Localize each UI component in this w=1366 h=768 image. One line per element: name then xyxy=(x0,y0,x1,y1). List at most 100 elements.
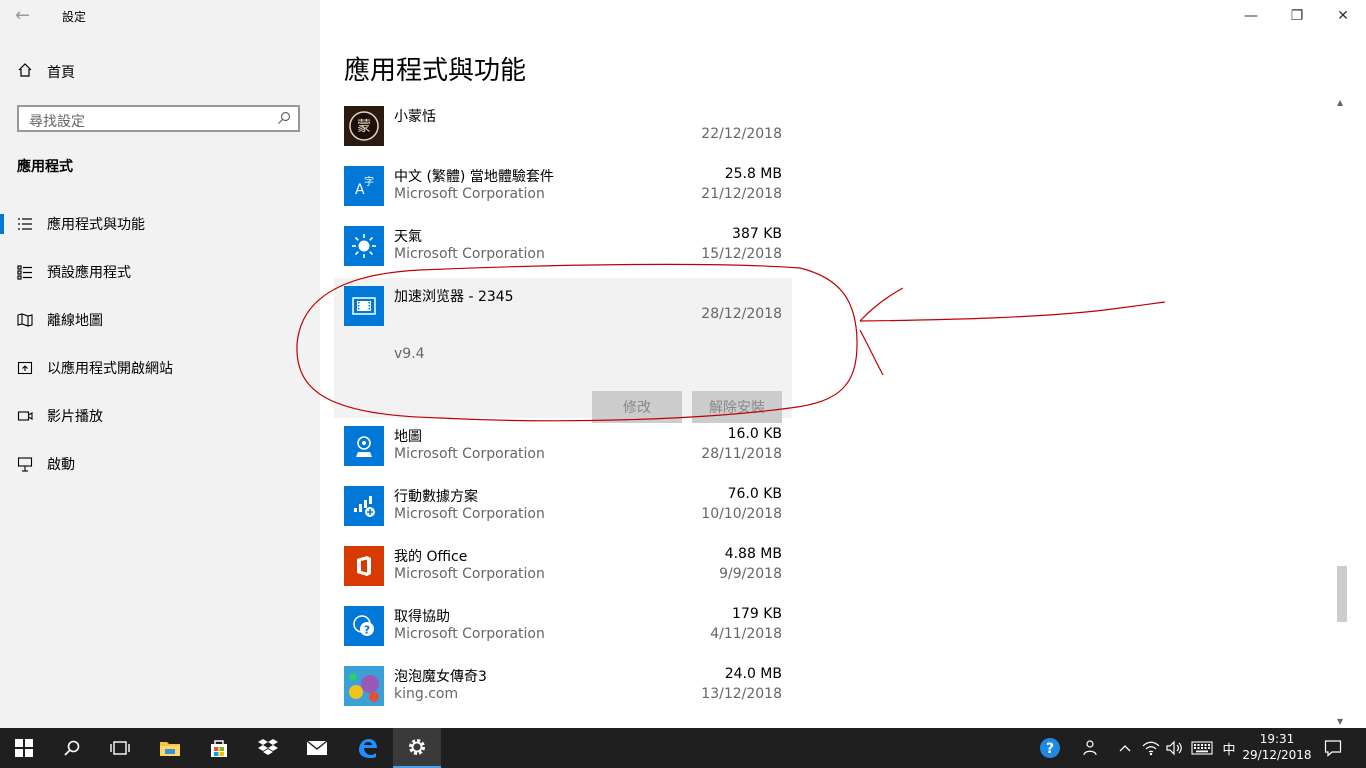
restore-button[interactable]: ❐ xyxy=(1274,0,1320,32)
app-publisher: Microsoft Corporation xyxy=(394,506,545,522)
xiaomengtian-icon: 蒙 xyxy=(344,106,384,146)
keyboard-icon xyxy=(1191,741,1213,755)
clock-date: 29/12/2018 xyxy=(1242,748,1312,762)
task-view-icon xyxy=(110,741,130,755)
volume-icon xyxy=(1166,740,1182,756)
app-publisher: Microsoft Corporation xyxy=(394,626,545,642)
window-title: 設定 xyxy=(62,10,87,24)
sidebar-item-startup[interactable]: 啟動 xyxy=(0,440,320,488)
app-row-mobile-plans[interactable]: 行動數據方案 Microsoft Corporation 76.0 KB 10/… xyxy=(334,478,792,538)
minimize-button[interactable]: — xyxy=(1228,0,1274,32)
app-row-maps[interactable]: 地圖 Microsoft Corporation 16.0 KB 28/11/2… xyxy=(334,418,792,478)
taskbar-app-mail[interactable] xyxy=(293,728,341,768)
startup-icon xyxy=(16,455,34,473)
sidebar-nav: 應用程式與功能 預設應用程式 離線地圖 以應用程式開啟網站 影片播放 啟動 xyxy=(0,200,320,488)
sidebar: ← 設定 首頁 尋找設定 應用程式 應用程式與功能 預設應用程式 離線地圖 以應… xyxy=(0,0,320,728)
sidebar-item-default-apps[interactable]: 預設應用程式 xyxy=(0,248,320,296)
maps-icon xyxy=(344,426,384,466)
app-row-get-help[interactable]: ? 取得協助 Microsoft Corporation 179 KB 4/11… xyxy=(334,598,792,658)
start-button[interactable] xyxy=(0,728,48,768)
app-row-weather[interactable]: 天氣 Microsoft Corporation 387 KB 15/12/20… xyxy=(334,218,792,278)
apps-features-icon xyxy=(16,215,34,233)
sidebar-item-offline-maps[interactable]: 離線地圖 xyxy=(0,296,320,344)
app-name: 加速浏览器 - 2345 xyxy=(394,289,514,305)
app-date: 10/10/2018 xyxy=(701,506,782,522)
app-row-language-pack[interactable]: A字 中文 (繁體) 當地體驗套件 Microsoft Corporation … xyxy=(334,158,792,218)
app-date: 4/11/2018 xyxy=(710,626,782,642)
sidebar-item-label: 以應用程式開啟網站 xyxy=(47,361,173,377)
clock-time: 19:31 xyxy=(1259,732,1295,746)
ime-indicator[interactable]: 中 xyxy=(1218,728,1240,768)
dropbox-icon xyxy=(258,739,278,755)
clock[interactable]: 19:31 29/12/2018 xyxy=(1238,731,1316,763)
app-size: 25.8 MB xyxy=(724,166,782,182)
mail-icon xyxy=(306,740,328,755)
svg-text:字: 字 xyxy=(364,175,374,188)
app-name: 地圖 xyxy=(394,429,422,445)
app-date: 22/12/2018 xyxy=(701,126,782,142)
app-size: 16.0 KB xyxy=(727,426,782,442)
close-button[interactable]: ✕ xyxy=(1320,0,1366,32)
mobile-plans-icon xyxy=(344,486,384,526)
taskbar-app-explorer[interactable] xyxy=(146,728,194,768)
volume-tray-button[interactable] xyxy=(1163,728,1185,768)
settings-window: ← 設定 首頁 尋找設定 應用程式 應用程式與功能 預設應用程式 離線地圖 以應… xyxy=(0,0,1366,728)
taskbar-app-store[interactable] xyxy=(195,728,243,768)
app-size: 387 KB xyxy=(732,226,782,242)
sidebar-item-apps-features[interactable]: 應用程式與功能 xyxy=(0,200,320,248)
scrollbar-thumb[interactable] xyxy=(1337,566,1347,622)
wifi-tray-button[interactable] xyxy=(1140,728,1162,768)
help-tray-button[interactable]: ? xyxy=(1035,728,1065,768)
search-taskbar-button[interactable] xyxy=(48,728,96,768)
edge-icon xyxy=(359,739,377,758)
search-input[interactable]: 尋找設定 xyxy=(17,105,300,132)
sidebar-item-label: 影片播放 xyxy=(47,409,103,425)
task-view-button[interactable] xyxy=(96,728,144,768)
app-name: 取得協助 xyxy=(394,609,450,625)
vertical-scrollbar[interactable]: ▲ ▼ xyxy=(1334,96,1350,728)
taskbar-app-dropbox[interactable] xyxy=(244,728,292,768)
scroll-down-icon[interactable]: ▼ xyxy=(1337,717,1343,726)
home-link[interactable]: 首頁 xyxy=(17,60,75,84)
taskbar-app-settings[interactable] xyxy=(393,728,441,768)
main-content: 應用程式與功能 蒙 小蒙恬 22/12/2018 A字 中文 (繁體) 當地體驗… xyxy=(320,0,1350,728)
gear-icon xyxy=(409,739,425,755)
scroll-up-icon[interactable]: ▲ xyxy=(1337,98,1343,107)
wifi-icon xyxy=(1142,741,1160,756)
page-title: 應用程式與功能 xyxy=(344,56,527,86)
svg-text:?: ? xyxy=(1046,741,1054,757)
back-button[interactable]: ← xyxy=(15,5,35,27)
people-tray-button[interactable] xyxy=(1078,728,1102,768)
action-center-button[interactable] xyxy=(1318,728,1348,768)
taskbar-app-edge[interactable] xyxy=(343,728,391,768)
apps-websites-icon xyxy=(16,359,34,377)
sidebar-item-video-playback[interactable]: 影片播放 xyxy=(0,392,320,440)
file-explorer-icon xyxy=(160,742,180,756)
svg-text:?: ? xyxy=(364,624,370,637)
sidebar-item-apps-websites[interactable]: 以應用程式開啟網站 xyxy=(0,344,320,392)
app-row-xiaomengtian[interactable]: 蒙 小蒙恬 22/12/2018 xyxy=(334,98,792,158)
app-row-browser-2345[interactable]: 加速浏览器 - 2345 28/12/2018 v9.4 修改 解除安裝 xyxy=(334,278,792,423)
app-name: 泡泡魔女傳奇3 xyxy=(394,669,487,685)
show-hidden-icons-button[interactable] xyxy=(1115,728,1135,768)
app-date: 9/9/2018 xyxy=(719,566,782,582)
notification-icon xyxy=(1324,740,1342,757)
app-row-my-office[interactable]: 我的 Office Microsoft Corporation 4.88 MB … xyxy=(334,538,792,598)
app-publisher: king.com xyxy=(394,686,459,702)
touch-keyboard-button[interactable] xyxy=(1188,728,1216,768)
app-name: 天氣 xyxy=(394,229,422,245)
app-publisher: Microsoft Corporation xyxy=(394,566,545,582)
home-label: 首頁 xyxy=(47,65,75,81)
app-date: 21/12/2018 xyxy=(701,186,782,202)
default-apps-icon xyxy=(16,263,34,281)
home-icon xyxy=(17,62,33,82)
search-icon[interactable] xyxy=(276,110,292,130)
browser-2345-icon xyxy=(344,286,384,326)
sidebar-item-label: 預設應用程式 xyxy=(47,265,131,281)
app-publisher: Microsoft Corporation xyxy=(394,446,545,462)
app-size: 24.0 MB xyxy=(724,666,782,682)
office-icon xyxy=(344,546,384,586)
app-row-bubble-witch[interactable]: 泡泡魔女傳奇3 king.com 24.0 MB 13/12/2018 xyxy=(334,658,792,718)
app-size: 4.88 MB xyxy=(724,546,782,562)
app-publisher: Microsoft Corporation xyxy=(394,186,545,202)
